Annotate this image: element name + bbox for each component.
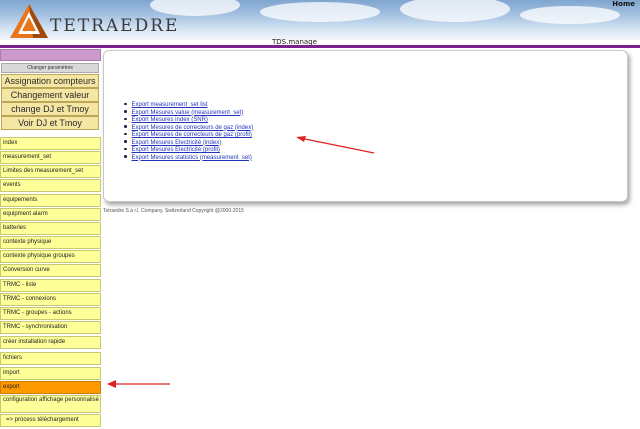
list-item: Export measurement_set list — [124, 102, 253, 110]
menu-item-equipements[interactable]: équipements — [0, 194, 101, 207]
export-link[interactable]: Export Mesures Electricité (profil) — [132, 147, 220, 153]
menu-item-events[interactable]: events — [0, 179, 101, 192]
tetraedre-logo-icon — [10, 4, 48, 38]
export-link[interactable]: Export Mesures index (SNR) — [132, 117, 208, 123]
voir-dj-tmoy-button[interactable]: Voir DJ et Tmoy — [1, 116, 99, 130]
menu-item-trmc-groupes-actions[interactable]: TRMC - groupes - actions — [0, 307, 101, 320]
bullet-icon — [124, 110, 127, 113]
menu-item-equipment-alarm[interactable]: equipment alarm — [0, 208, 101, 221]
logo-text: TETRAEDRE — [50, 16, 180, 36]
home-link[interactable]: Home — [612, 0, 635, 8]
export-link[interactable]: Export measurement_set list — [132, 102, 208, 108]
menu-item-limites-measurement-set[interactable]: Limites des measurement_set — [0, 165, 101, 178]
copyright-footer: Tetraedre S.à r.l. Company, Switzerland … — [103, 208, 244, 214]
list-item: Export Mesures Electricité (profil) — [124, 147, 253, 155]
sky-cloud — [260, 2, 380, 22]
bullet-icon — [124, 147, 127, 150]
header-banner: TETRAEDRE Home — [0, 0, 640, 40]
sky-cloud — [400, 0, 510, 22]
changement-valeur-pcs-button[interactable]: Changement valeur PCs — [1, 88, 99, 112]
menu-item-fichiers[interactable]: fichiers — [0, 352, 101, 365]
bullet-icon — [124, 140, 127, 143]
list-item: Export Mesures index (SNR) — [124, 117, 253, 125]
menu-item-contexte-physique-groupes[interactable]: contexte physique groupes — [0, 250, 101, 263]
list-item: Export Mesures statistics (measurement_s… — [124, 155, 253, 163]
menu-item-index[interactable]: index — [0, 137, 101, 150]
menu-item-conversion-curve[interactable]: Conversion curve — [0, 264, 101, 277]
list-item: Export Mesures de correcteurs de gaz (pr… — [124, 132, 253, 140]
bullet-icon — [124, 117, 127, 120]
change-dj-tmoy-button[interactable]: change DJ et Tmoy — [1, 102, 99, 116]
bullet-icon — [124, 132, 127, 135]
annotation-arrow-icon — [107, 380, 170, 388]
export-links-list: Export measurement_set list Export Mesur… — [124, 102, 253, 162]
menu-item-contexte-physique[interactable]: contexte physique — [0, 236, 101, 249]
menu-item-process-telechargement[interactable]: => process téléchargement — [0, 414, 101, 427]
menu-item-trmc-liste[interactable]: TRMC - liste — [0, 279, 101, 292]
export-panel: Export measurement_set list Export Mesur… — [103, 50, 628, 202]
menu-item-creer-installation-rapide[interactable]: créer installation rapide — [0, 336, 101, 349]
list-item: Export Mesures Electricité (index) — [124, 140, 253, 148]
bullet-icon — [124, 102, 127, 105]
export-link[interactable]: Export Mesures Electricité (index) — [132, 140, 222, 146]
sidebar-header-strip — [0, 49, 101, 61]
menu-item-trmc-synchronisation[interactable]: TRMC - synchronisation — [0, 321, 101, 334]
menu-item-configuration-affichage[interactable]: configuration affichage personnalisé — [0, 395, 101, 413]
assignation-compteurs-button[interactable]: Assignation compteurs — [1, 74, 99, 88]
menu-item-export[interactable]: export — [0, 381, 101, 394]
menu-item-measurement-set[interactable]: measurement_set — [0, 151, 101, 164]
menu-item-trmc-connexions[interactable]: TRMC - connexions — [0, 293, 101, 306]
export-link[interactable]: Export Mesures statistics (measurement_s… — [132, 155, 252, 161]
export-link[interactable]: Export Mesures value (measurement_set) — [132, 110, 244, 116]
accent-divider — [0, 45, 640, 48]
list-item: Export Mesures value (measurement_set) — [124, 110, 253, 118]
sky-cloud — [150, 0, 240, 16]
sky-cloud — [520, 6, 620, 24]
list-item: Export Mesures de correcteurs de gaz (in… — [124, 125, 253, 133]
export-link-gaz-profil[interactable]: Export Mesures de correcteurs de gaz (pr… — [132, 132, 252, 138]
changer-parametres-button[interactable]: Changer paramètres — [1, 63, 99, 73]
export-link[interactable]: Export Mesures de correcteurs de gaz (in… — [132, 125, 254, 131]
bullet-icon — [124, 155, 127, 158]
menu-item-batteries[interactable]: batteries — [0, 222, 101, 235]
menu-item-import[interactable]: import — [0, 367, 101, 380]
bullet-icon — [124, 125, 127, 128]
